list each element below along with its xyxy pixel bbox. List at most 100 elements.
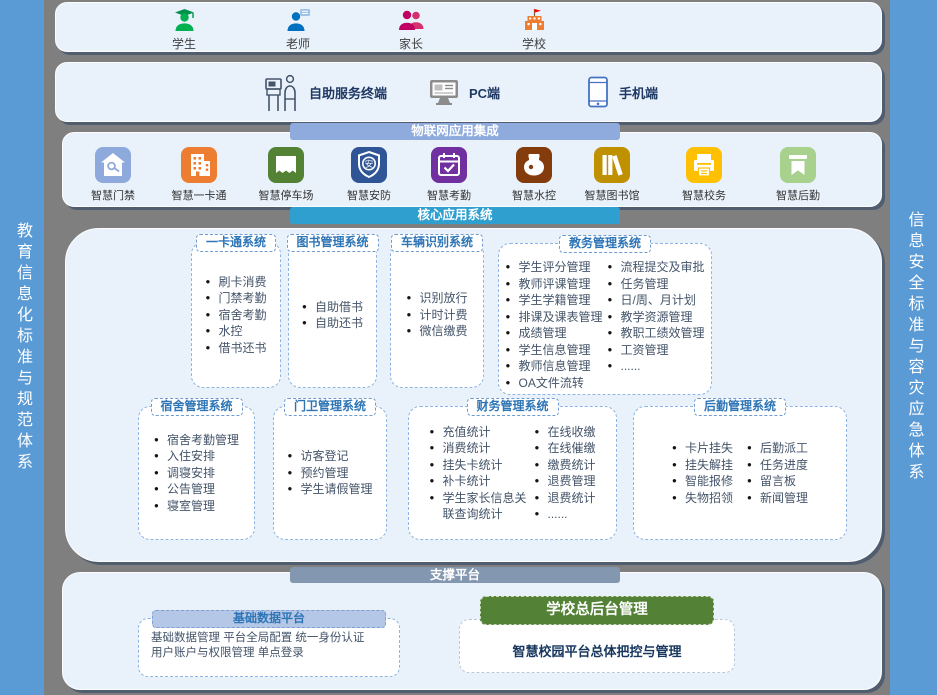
water-control-icon: [516, 147, 552, 183]
terminal-kiosk: 自助服务终端: [264, 63, 387, 121]
system-list-item: 刷卡消费: [205, 274, 266, 291]
system-list-item: 工资管理: [608, 342, 705, 359]
support-band: 支撑平台: [290, 567, 620, 583]
system-list-item: 水控: [205, 323, 266, 340]
iot-attendance: 智慧考勤: [413, 147, 485, 203]
system-list-item: 任务管理: [608, 276, 705, 293]
system-item-list: 宿舍考勤管理入住安排调寝安排公告管理寝室管理: [154, 432, 239, 515]
iot-label: 智慧水控: [498, 187, 570, 203]
system-list-item: OA文件流转: [505, 375, 602, 392]
parents-icon: [398, 7, 425, 34]
system-box-academic: 教务管理系统 学生评分管理教师评课管理学生学籍管理排课及课表管理成绩管理学生信息…: [498, 243, 712, 395]
iot-parking: 智慧停车场: [250, 147, 322, 203]
system-list-item: 挂失卡统计: [429, 457, 529, 474]
system-list-item: 退费统计: [534, 490, 595, 507]
system-list-item: 退费管理: [534, 473, 595, 490]
base-data-platform-title: 基础数据平台: [152, 610, 386, 628]
mobile-icon: [586, 76, 610, 108]
system-item-list: 访客登记预约管理学生请假管理: [287, 448, 372, 498]
system-list-item: 排课及课表管理: [505, 309, 602, 326]
system-title: 门卫管理系统: [284, 398, 376, 416]
system-item-list: 卡片挂失挂失解挂智能报修失物招领: [672, 440, 733, 506]
system-list-item: 预约管理: [287, 465, 372, 482]
one-card-icon: [181, 147, 217, 183]
iot-security: 安 智慧安防: [333, 147, 405, 203]
system-list-item: 识别放行: [406, 290, 467, 307]
system-list-item: 调寝安排: [154, 465, 239, 482]
system-list-item: ......: [608, 358, 705, 375]
system-box-finance: 财务管理系统 充值统计消费统计挂失卡统计补卡统计学生家长信息关联查询统计 在线收…: [408, 406, 617, 540]
system-list-item: 寝室管理: [154, 498, 239, 515]
iot-logistics: 智慧后勤: [762, 147, 834, 203]
iot-label: 智慧安防: [333, 187, 405, 203]
user-group-school: 学校: [502, 7, 566, 52]
smart-campus-architecture-diagram: 教育信息化标准与规范体系 信息安全标准与容灾应急体系 学生 老师: [0, 0, 937, 695]
system-list-item: 教职工绩效管理: [608, 325, 705, 342]
system-list-item: 自助借书: [302, 299, 363, 316]
parking-icon: [268, 147, 304, 183]
iot-one-card: 智慧一卡通: [163, 147, 235, 203]
system-list-item: 教师评课管理: [505, 276, 602, 293]
system-list-item: ......: [534, 506, 595, 523]
system-title: 财务管理系统: [466, 398, 558, 416]
school-affairs-icon: [686, 147, 722, 183]
system-list-item: 门禁考勤: [205, 290, 266, 307]
system-list-item: 流程提交及审批: [608, 259, 705, 276]
system-list-item: 计时计费: [406, 307, 467, 324]
user-group-label: 老师: [266, 35, 330, 52]
pc-icon: [428, 78, 460, 106]
attendance-calendar-icon: [431, 147, 467, 183]
system-item-list: 流程提交及审批任务管理日/周、月计划教学资源管理教职工绩效管理工资管理.....…: [608, 259, 705, 375]
iot-door-access: 智慧门禁: [77, 147, 149, 203]
user-group-label: 学生: [152, 35, 216, 52]
library-books-icon: [594, 147, 630, 183]
system-item-list: 学生评分管理教师评课管理学生学籍管理排课及课表管理成绩管理学生信息管理教师信息管…: [505, 259, 602, 391]
system-list-item: 在线催缴: [534, 440, 595, 457]
system-list-item: 入住安排: [154, 448, 239, 465]
system-list-item: 学生请假管理: [287, 481, 372, 498]
system-title: 图书管理系统: [286, 234, 378, 252]
iot-label: 智慧一卡通: [163, 187, 235, 203]
user-group-label: 家长: [379, 35, 443, 52]
core-band: 核心应用系统: [290, 207, 620, 224]
system-list-item: 留言板: [747, 473, 808, 490]
system-list-item: 日/周、月计划: [608, 292, 705, 309]
support-panel: 基础数据平台 基础数据管理 平台全局配置 统一身份认证 用户账户与权限管理 单点…: [62, 572, 882, 690]
terminals-panel: 自助服务终端 PC端 手机端: [55, 62, 882, 122]
iot-water: 智慧水控: [498, 147, 570, 203]
system-list-item: 学生学籍管理: [505, 292, 602, 309]
core-systems-panel: 一卡通系统 刷卡消费门禁考勤宿舍考勤水控借书还书 图书管理系统 自助借书自助还书…: [65, 228, 882, 562]
iot-label: 智慧考勤: [413, 187, 485, 203]
system-item-list: 充值统计消费统计挂失卡统计补卡统计学生家长信息关联查询统计: [429, 424, 529, 523]
school-admin-box: 学校总后台管理 智慧校园平台总体把控与管理: [459, 619, 735, 673]
system-list-item: 教师信息管理: [505, 358, 602, 375]
system-box-library: 图书管理系统 自助借书自助还书: [288, 242, 377, 388]
system-list-item: 补卡统计: [429, 473, 529, 490]
school-admin-title: 学校总后台管理: [480, 596, 714, 625]
system-list-item: 微信缴费: [406, 323, 467, 340]
system-list-item: 公告管理: [154, 481, 239, 498]
system-box-logistics: 后勤管理系统 卡片挂失挂失解挂智能报修失物招领 后勤派工任务进度留言板新闻管理: [633, 406, 847, 540]
system-item-list: 后勤派工任务进度留言板新闻管理: [747, 440, 808, 506]
system-item-list: 在线收缴在线催缴缴费统计退费管理退费统计......: [534, 424, 595, 523]
system-title: 教务管理系统: [559, 235, 651, 253]
system-list-item: 卡片挂失: [672, 440, 733, 457]
system-item-list: 自助借书自助还书: [302, 299, 363, 332]
iot-library: 智慧图书馆: [576, 147, 648, 203]
system-list-item: 学生评分管理: [505, 259, 602, 276]
security-shield-icon: 安: [351, 147, 387, 183]
system-box-onecard: 一卡通系统 刷卡消费门禁考勤宿舍考勤水控借书还书: [191, 242, 281, 388]
system-item-list: 刷卡消费门禁考勤宿舍考勤水控借书还书: [205, 274, 266, 357]
system-list-item: 借书还书: [205, 340, 266, 357]
door-access-icon: [95, 147, 131, 183]
base-platform-line: 基础数据管理 平台全局配置 统一身份认证: [151, 631, 387, 646]
system-title: 宿舍管理系统: [150, 398, 242, 416]
logistics-icon: [780, 147, 816, 183]
base-platform-line: 用户账户与权限管理 单点登录: [151, 646, 387, 661]
system-list-item: 访客登记: [287, 448, 372, 465]
iot-label: 智慧门禁: [77, 187, 149, 203]
school-admin-desc: 智慧校园平台总体把控与管理: [460, 641, 734, 660]
terminal-label: 自助服务终端: [309, 83, 387, 102]
system-list-item: 学生信息管理: [505, 342, 602, 359]
system-item-list: 识别放行计时计费微信缴费: [406, 290, 467, 340]
